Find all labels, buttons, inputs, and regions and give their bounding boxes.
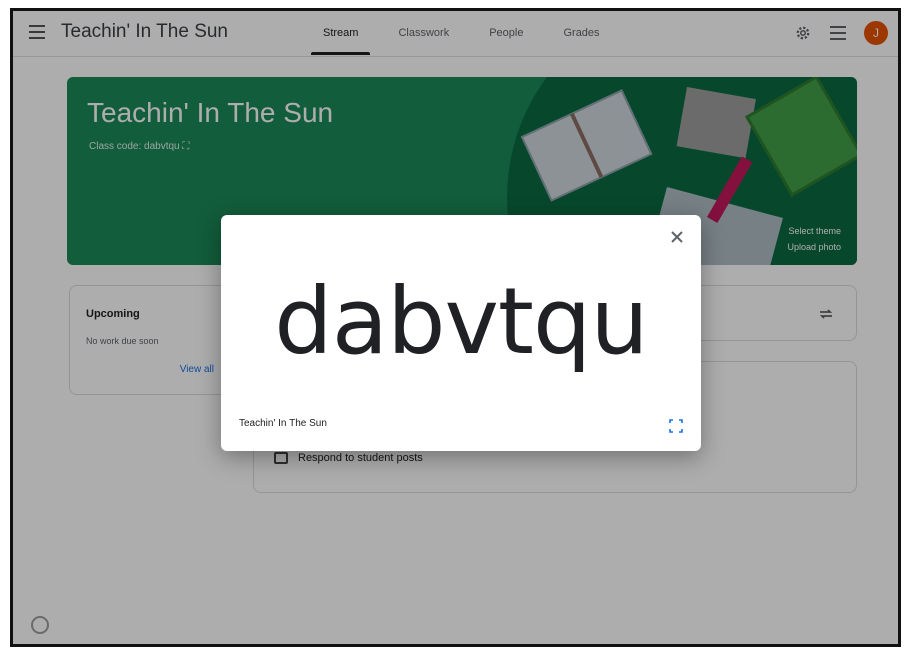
close-icon[interactable] [667,227,687,247]
class-code-display: dabvtqu [274,268,648,375]
exit-fullscreen-icon[interactable] [669,419,683,433]
browser-frame: Teachin' In The Sun Stream Classwork Peo… [10,8,901,647]
dialog-class-name: Teachin' In The Sun [239,418,327,429]
class-code-dialog: dabvtqu Teachin' In The Sun [221,215,701,451]
